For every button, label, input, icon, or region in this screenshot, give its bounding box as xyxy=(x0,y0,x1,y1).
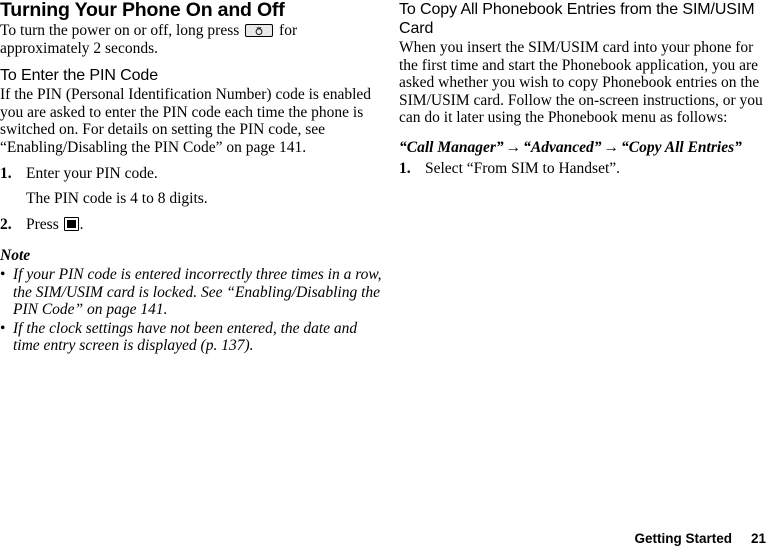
right-column: To Copy All Phonebook Entries from the S… xyxy=(399,0,766,552)
step-item: 2. Press . xyxy=(0,216,383,234)
step-item: 1. Select “From SIM to Handset”. xyxy=(399,160,766,178)
note-list: • If your PIN code is entered incorrectl… xyxy=(0,266,383,355)
step-text: Enter your PIN code. xyxy=(26,164,158,182)
bullet-icon: • xyxy=(0,265,6,283)
power-key-icon xyxy=(245,24,274,37)
pin-code-paragraph: If the PIN (Personal Identification Numb… xyxy=(0,86,372,156)
menu-path-item-3: “Copy All Entries” xyxy=(621,138,742,156)
list-item: • If your PIN code is entered incorrectl… xyxy=(0,266,383,319)
center-select-key-icon xyxy=(63,216,79,231)
intro-text-before-key: To turn the power on or off, long press xyxy=(0,22,244,39)
step-supplementary-text: The PIN code is 4 to 8 digits. xyxy=(26,190,208,208)
page-title: Turning Your Phone On and Off xyxy=(0,0,285,21)
menu-path-item-1: “Call Manager” xyxy=(399,138,504,156)
bullet-icon: • xyxy=(0,319,6,337)
step-text-after-key: . xyxy=(79,215,84,233)
menu-path: “Call Manager” → “Advanced” → “Copy All Entr… xyxy=(399,139,766,157)
section-heading-copy-phonebook: To Copy All Phonebook Entries from the S… xyxy=(399,1,755,37)
note-heading: Note xyxy=(0,247,31,265)
page-footer: Getting Started 21 xyxy=(634,531,766,546)
column-gutter xyxy=(383,0,399,552)
list-item: • If the clock settings have not been en… xyxy=(0,320,383,355)
copy-phonebook-paragraph: When you insert the SIM/USIM card into y… xyxy=(399,39,763,127)
note-text: If the clock settings have not been ente… xyxy=(13,319,358,355)
step-text: Press . xyxy=(26,216,383,234)
arrow-right-icon: → xyxy=(603,138,620,156)
note-text: If your PIN code is entered incorrectly … xyxy=(13,265,382,319)
step-number: 2. xyxy=(0,215,12,233)
intro-paragraph: To turn the power on or off, long press … xyxy=(0,22,383,57)
arrow-right-icon: → xyxy=(505,138,522,156)
step-text-before-key: Press xyxy=(26,215,63,233)
section-heading-pin-code: To Enter the PIN Code xyxy=(0,67,158,85)
menu-path-item-2: “Advanced” xyxy=(523,138,602,156)
step-number: 1. xyxy=(0,164,12,182)
manual-page: Turning Your Phone On and Off To turn th… xyxy=(0,0,766,552)
left-column: Turning Your Phone On and Off To turn th… xyxy=(0,0,383,552)
footer-section-label: Getting Started xyxy=(634,531,732,546)
step-item: 1. Enter your PIN code. xyxy=(0,165,383,183)
step-text: Select “From SIM to Handset”. xyxy=(425,159,621,177)
footer-page-number: 21 xyxy=(750,531,766,546)
step-number: 1. xyxy=(399,159,411,177)
